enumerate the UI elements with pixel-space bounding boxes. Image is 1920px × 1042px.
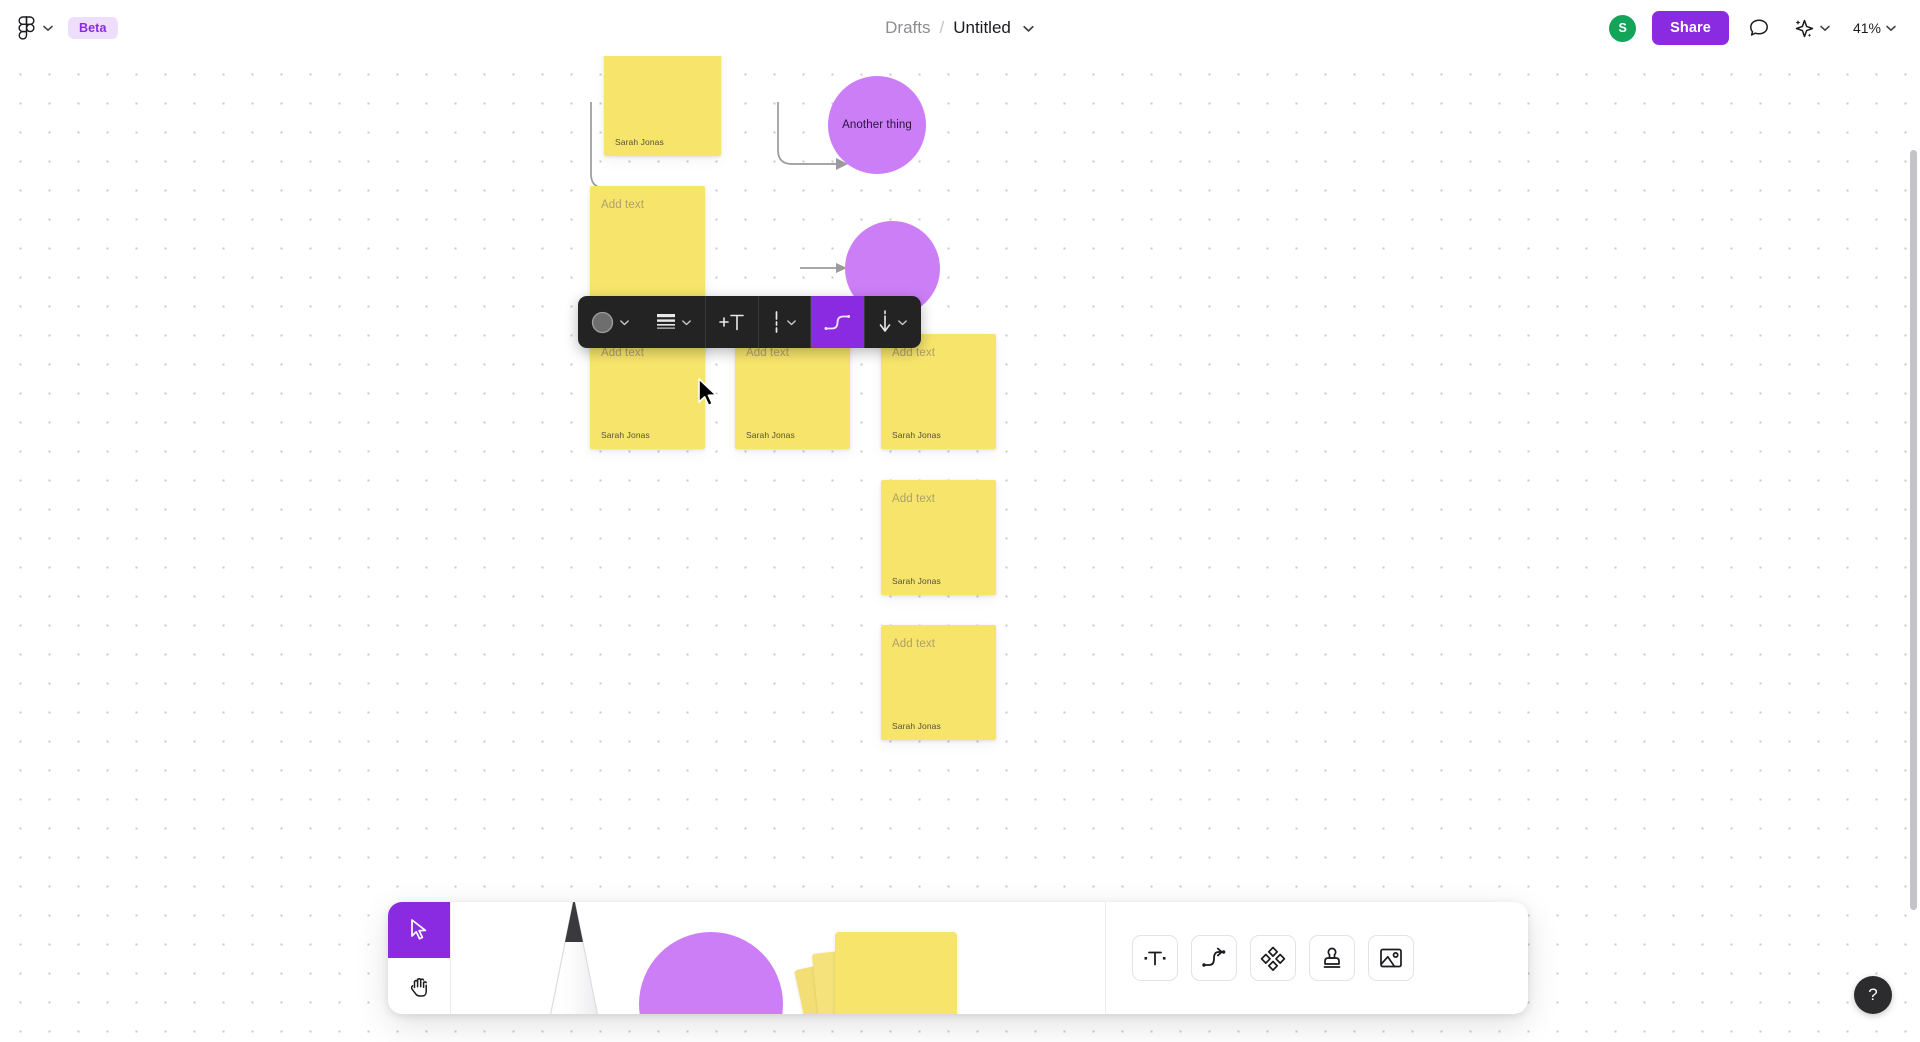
share-button[interactable]: Share	[1652, 11, 1729, 45]
sticky-note-placeholder: Add text	[892, 638, 935, 650]
stamp-tool[interactable]	[1309, 935, 1355, 981]
arrow-down-endpoint-icon	[879, 310, 891, 332]
beta-badge[interactable]: Beta	[68, 17, 118, 39]
chevron-down-icon[interactable]	[681, 317, 692, 328]
widgets-diamonds-icon	[1260, 946, 1286, 971]
comment-bubble-icon	[1750, 19, 1768, 36]
shape-label: Another thing	[842, 119, 912, 131]
sticky-note[interactable]: Add text Sarah Jonas	[590, 334, 705, 449]
sticky-stack-front-icon	[835, 932, 957, 1014]
hand-icon	[410, 978, 427, 997]
stroke-weight-button[interactable]	[643, 296, 706, 348]
chevron-down-icon[interactable]	[1819, 22, 1831, 34]
add-text-button[interactable]	[706, 296, 759, 348]
figma-logo-icon	[18, 15, 35, 40]
text-t-icon	[1144, 951, 1166, 966]
arrow-endpoint-button[interactable]	[865, 296, 921, 348]
ai-sparkle-icon	[1795, 19, 1814, 37]
selection-context-toolbar[interactable]	[578, 296, 921, 348]
stamp-icon	[1323, 947, 1341, 968]
sticky-note-placeholder: Add text	[601, 347, 644, 359]
image-tool[interactable]	[1368, 935, 1414, 981]
insert-tools-group	[1106, 902, 1528, 1014]
zoom-level-button[interactable]: 41%	[1850, 17, 1900, 39]
stroke-weight-icon	[657, 314, 675, 329]
sticky-note-tool[interactable]	[794, 924, 983, 1014]
connector-tool[interactable]	[1191, 935, 1237, 981]
chevron-down-icon[interactable]	[1022, 22, 1035, 35]
creation-tools-group	[450, 902, 1106, 1014]
elbow-connector-icon	[824, 314, 851, 330]
sticky-note-author: Sarah Jonas	[892, 576, 941, 586]
sticky-note-placeholder: Add text	[892, 493, 935, 505]
ai-actions-button[interactable]	[1789, 14, 1834, 43]
image-picture-icon	[1380, 948, 1402, 968]
sticky-note[interactable]: Add text Sarah Jonas	[735, 334, 850, 449]
hand-tool[interactable]	[388, 958, 450, 1014]
breadcrumb-file-name[interactable]: Untitled	[953, 18, 1011, 38]
figma-menu-button[interactable]	[14, 12, 58, 45]
sticky-note-placeholder: Add text	[892, 347, 935, 359]
topbar-right-group: S Share 41%	[1609, 11, 1920, 45]
color-circle-icon	[591, 311, 614, 333]
chevron-down-icon[interactable]	[786, 317, 797, 328]
sticky-note[interactable]: Add text Sarah Jonas	[881, 334, 996, 449]
text-tool[interactable]	[1132, 935, 1178, 981]
connector-shape-button[interactable]	[811, 296, 865, 348]
comments-button[interactable]	[1745, 14, 1773, 42]
zoom-level-label: 41%	[1852, 20, 1881, 36]
pointer-tools-group	[388, 902, 450, 1014]
widgets-tool[interactable]	[1250, 935, 1296, 981]
chevron-down-icon[interactable]	[1885, 22, 1897, 34]
cursor-arrow-icon	[410, 919, 426, 940]
vertical-scrollbar[interactable]	[1910, 150, 1917, 910]
chevron-down-icon[interactable]	[42, 22, 54, 34]
pen-tool[interactable]	[519, 902, 629, 1014]
help-button[interactable]: ?	[1854, 976, 1892, 1014]
breadcrumb-separator: /	[939, 18, 945, 37]
sticky-note-author: Sarah Jonas	[892, 721, 941, 731]
breadcrumb-project[interactable]: Drafts	[885, 18, 930, 38]
bottom-toolbar	[388, 902, 1528, 1014]
connector-arrow-icon	[1202, 947, 1226, 967]
sticky-note[interactable]: Add text Sarah Jonas	[881, 625, 996, 740]
sticky-note-placeholder: Add text	[601, 199, 644, 211]
sticky-note-author: Sarah Jonas	[615, 137, 664, 147]
sticky-note-author: Sarah Jonas	[892, 430, 941, 440]
canvas-area[interactable]: Sarah Jonas Add text Sarah Jonas Add tex…	[0, 26, 1920, 1042]
topbar-left-group: Beta	[0, 12, 118, 45]
top-toolbar: Beta Drafts / Untitled S Share 41%	[0, 0, 1920, 56]
line-style-button[interactable]	[759, 296, 811, 348]
sticky-note-placeholder: Add text	[746, 347, 789, 359]
avatar[interactable]: S	[1609, 14, 1637, 42]
sticky-note[interactable]: Add text Sarah Jonas	[881, 480, 996, 595]
chevron-down-icon[interactable]	[897, 317, 908, 328]
shape-tool[interactable]	[639, 932, 783, 1014]
select-tool[interactable]	[388, 902, 450, 958]
dashed-line-icon	[775, 311, 778, 333]
sticky-note-author: Sarah Jonas	[601, 430, 650, 440]
add-text-icon	[719, 314, 744, 331]
chevron-down-icon[interactable]	[619, 317, 630, 328]
stroke-color-swatch-button[interactable]	[578, 296, 643, 348]
sticky-note-author: Sarah Jonas	[746, 430, 795, 440]
ellipse-shape[interactable]: Another thing	[828, 76, 926, 174]
